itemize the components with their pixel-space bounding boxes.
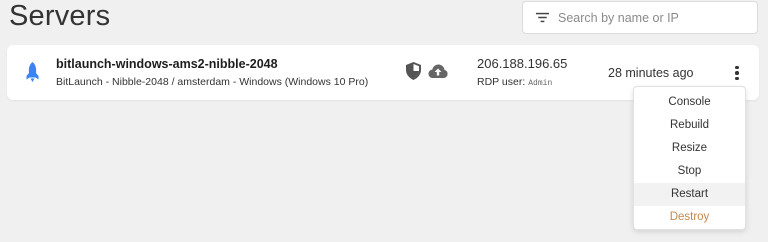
rdp-user-line: RDP user: Admin: [477, 76, 552, 88]
server-actions-menu: Console Rebuild Resize Stop Restart Dest…: [633, 86, 746, 230]
page-title: Servers: [9, 0, 111, 32]
server-description: BitLaunch - Nibble-2048 / amsterdam - Wi…: [56, 76, 369, 88]
rdp-label: RDP user:: [477, 76, 526, 88]
more-options-icon[interactable]: [732, 63, 742, 83]
rdp-username: Admin: [528, 79, 553, 88]
menu-item-stop[interactable]: Stop: [634, 160, 745, 183]
created-time: 28 minutes ago: [608, 66, 694, 80]
search-box[interactable]: [522, 1, 758, 34]
menu-item-rebuild[interactable]: Rebuild: [634, 114, 745, 137]
menu-item-console[interactable]: Console: [634, 91, 745, 114]
menu-item-restart[interactable]: Restart: [634, 183, 745, 206]
menu-item-resize[interactable]: Resize: [634, 137, 745, 160]
shield-icon: [406, 62, 421, 80]
search-input[interactable]: [558, 10, 738, 25]
rocket-icon: [26, 62, 39, 82]
menu-item-destroy[interactable]: Destroy: [634, 206, 745, 229]
cloud-upload-icon: [428, 64, 448, 78]
filter-icon: [535, 12, 550, 23]
server-ip: 206.188.196.65: [477, 56, 568, 71]
servers-page: Servers bitlaunch-windows-ams2-nibble-20…: [0, 0, 768, 242]
server-name[interactable]: bitlaunch-windows-ams2-nibble-2048: [56, 57, 278, 71]
